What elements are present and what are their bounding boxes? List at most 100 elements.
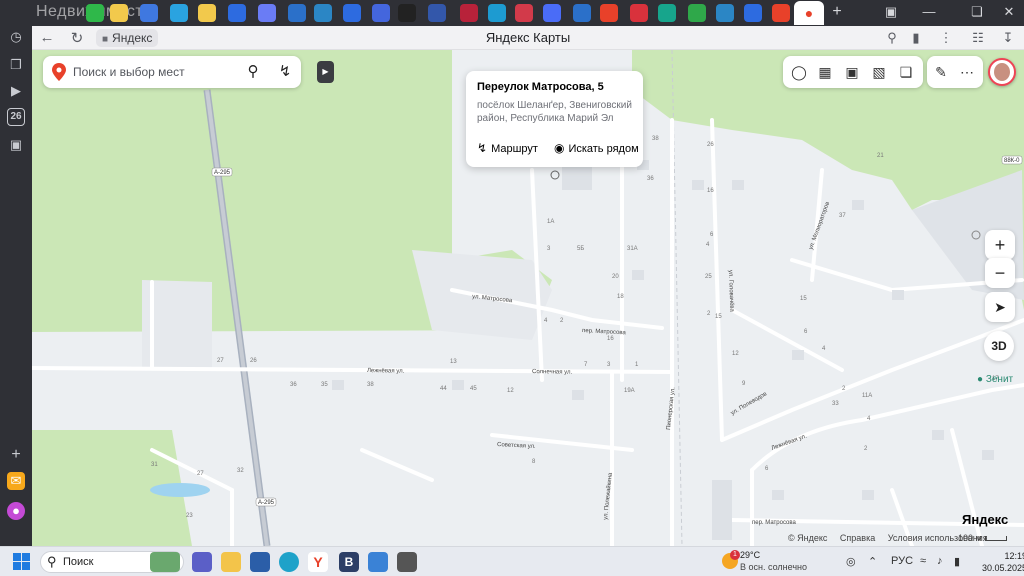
tab-collections-icon[interactable]: ▣ [880, 4, 902, 20]
teams-icon[interactable] [192, 552, 212, 572]
reload-icon[interactable]: ↻ [68, 29, 86, 47]
hat-icon[interactable] [716, 4, 734, 22]
c-icon[interactable] [343, 4, 361, 22]
3d-button[interactable]: 3D [984, 331, 1014, 361]
windows-start-icon[interactable] [13, 553, 30, 570]
k-icon[interactable] [398, 4, 416, 22]
avatar[interactable] [988, 58, 1016, 86]
route-icon[interactable]: ↯ [275, 62, 295, 82]
whatsapp-icon[interactable] [86, 4, 104, 22]
ruler-icon[interactable]: ✎ [931, 62, 951, 82]
route-button[interactable]: ↯ Маршрут [477, 141, 538, 155]
docs-icon[interactable] [140, 4, 158, 22]
yandex-icon[interactable] [772, 4, 790, 22]
microphone-icon[interactable]: ◎ [846, 555, 856, 568]
puzzle-icon[interactable] [688, 4, 706, 22]
browser-sidebar: ◷ ❐ ▶ 26 ▣ + ✉ ● [0, 26, 32, 546]
tc-icon[interactable] [460, 4, 478, 22]
search-nearby-button[interactable]: ◉ Искать рядом [554, 141, 639, 155]
collections-icon[interactable]: ❐ [7, 56, 25, 74]
more-icon[interactable]: ⋯ [957, 62, 977, 82]
history-icon[interactable]: ◷ [7, 28, 25, 46]
copyright-text[interactable]: © Яндекс [788, 533, 827, 543]
site-badge[interactable]: ■ Яндекс [96, 29, 159, 47]
b-app-icon[interactable]: B [339, 552, 359, 572]
minimize-button[interactable]: — [918, 4, 940, 19]
house-number: 27 [217, 358, 224, 364]
plane-icon[interactable] [573, 4, 591, 22]
telegram-icon[interactable] [170, 4, 188, 22]
house-number: 12 [732, 351, 739, 357]
cube-icon[interactable] [658, 4, 676, 22]
edge-icon[interactable] [279, 552, 299, 572]
notes-icon[interactable] [110, 4, 128, 22]
place-address: посёлок Шеланґер, Звениговский район, Ре… [477, 100, 632, 124]
bookmark-icon[interactable]: ▮ [908, 30, 924, 46]
house-number: 16 [607, 336, 614, 342]
map-layers-icon[interactable]: ▦ [815, 62, 835, 82]
wifi-icon[interactable]: ≈ [920, 555, 926, 567]
place-title: Переулок Матросова, 5 [477, 81, 604, 93]
panorama-icon[interactable]: ❏ [896, 62, 916, 82]
explorer-icon[interactable] [221, 552, 241, 572]
widgets-icon[interactable] [150, 552, 180, 572]
back-icon[interactable]: ← [38, 29, 56, 46]
screenshot-icon[interactable]: ▣ [7, 136, 25, 154]
image-icon[interactable] [428, 4, 446, 22]
chart-icon[interactable] [372, 4, 390, 22]
traffic-icon[interactable]: ◯ [789, 62, 809, 82]
street-label: Солнечная ул. [532, 369, 573, 376]
notes-icon[interactable] [198, 4, 216, 22]
calculator-icon[interactable] [397, 552, 417, 572]
my-location-icon[interactable]: ➤ [985, 292, 1015, 322]
store-icon[interactable] [250, 552, 270, 572]
collapse-panel-button[interactable]: ▶ [317, 61, 334, 83]
extensions-icon[interactable]: ☷ [970, 30, 986, 46]
add-panel-icon[interactable]: + [7, 446, 25, 464]
new-tab-button[interactable]: + [827, 3, 847, 23]
battery-icon[interactable]: ▮ [954, 555, 960, 568]
page-title: Яндекс Карты [485, 30, 571, 45]
close-button[interactable]: ✕ [998, 4, 1020, 20]
bus-icon[interactable]: ▧ [869, 62, 889, 82]
language-indicator[interactable]: РУС [891, 555, 913, 567]
clock[interactable]: 12:19 30.05.2025 [982, 550, 1024, 574]
search-icon[interactable]: ⚲ [243, 62, 263, 82]
more-icon[interactable]: ⋮ [938, 30, 954, 46]
place-marker-icon[interactable] [550, 170, 560, 180]
map-pin-icon[interactable] [630, 4, 648, 22]
house-number: 31А [627, 246, 638, 252]
b-icon[interactable] [228, 4, 246, 22]
shape-icon[interactable] [543, 4, 561, 22]
search-input[interactable] [73, 63, 233, 81]
yandex-icon[interactable] [600, 4, 618, 22]
house-number: 5Б [577, 246, 584, 252]
calendar-icon[interactable]: 26 [7, 108, 25, 126]
house-number: 8 [532, 459, 536, 465]
video-icon[interactable]: ▶ [7, 82, 25, 100]
house-number: 44 [440, 386, 447, 392]
bird-icon[interactable] [488, 4, 506, 22]
camera-icon[interactable]: ▣ [842, 62, 862, 82]
tab-yandex-maps[interactable]: ● [794, 1, 824, 25]
notepad-icon[interactable] [368, 552, 388, 572]
zoom-out-button[interactable]: − [985, 258, 1015, 288]
poi-label[interactable]: ● Зенит [977, 374, 1013, 385]
grey-icon[interactable] [515, 4, 533, 22]
yandex-browser-icon[interactable]: Y [308, 552, 328, 572]
clock-date: 30.05.2025 [982, 563, 1024, 573]
alice-icon[interactable]: ● [7, 502, 25, 520]
zoom-in-button[interactable]: + [985, 230, 1015, 260]
downloads-icon[interactable]: ↧ [1000, 30, 1016, 46]
help-link[interactable]: Справка [840, 533, 875, 543]
grid-icon[interactable] [258, 4, 276, 22]
hat-icon[interactable] [314, 4, 332, 22]
maximize-button[interactable]: ❏ [966, 4, 988, 20]
volume-icon[interactable]: ♪ [937, 555, 943, 567]
chevron-up-icon[interactable]: ⌃ [868, 555, 877, 568]
tag-icon[interactable] [744, 4, 762, 22]
location-icon[interactable]: ⚲ [884, 30, 900, 46]
plane-icon[interactable] [288, 4, 306, 22]
mail-icon[interactable]: ✉ [7, 472, 25, 490]
weather-desc: В осн. солнечно [740, 562, 807, 572]
